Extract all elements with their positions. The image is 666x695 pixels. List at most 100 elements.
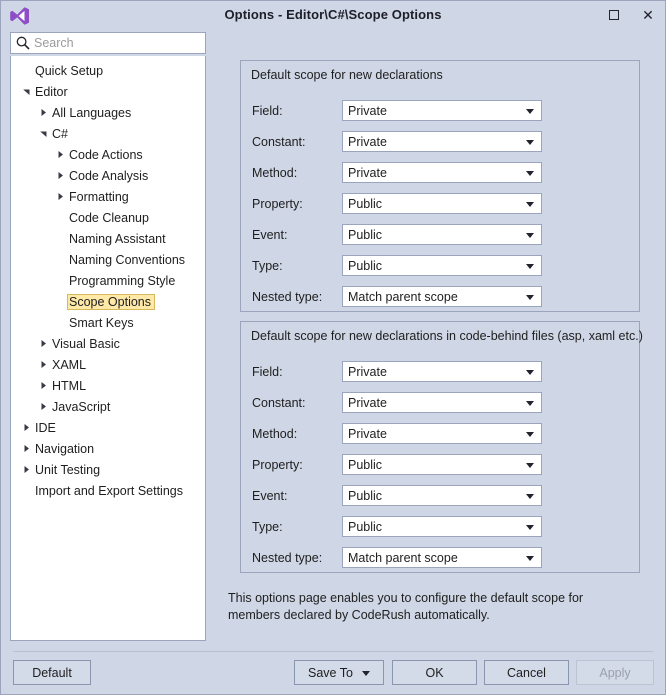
title-bar: Options - Editor\C#\Scope Options ✕ <box>1 1 665 29</box>
scope-dropdown-value: Public <box>348 258 383 273</box>
chevron-down-icon[interactable] <box>36 123 50 144</box>
scope-dropdown-value: Private <box>348 103 387 118</box>
option-row: Event: Public <box>241 480 639 511</box>
tree-item-quick-setup[interactable]: Quick Setup <box>11 60 205 81</box>
chevron-down-icon[interactable] <box>19 81 33 102</box>
maximize-button[interactable] <box>597 1 631 29</box>
chevron-right-icon[interactable] <box>36 333 50 354</box>
chevron-down-icon <box>526 294 534 300</box>
search-icon <box>15 35 31 51</box>
scope-dropdown[interactable]: Match parent scope <box>342 286 542 307</box>
tree-item-smart-keys[interactable]: Smart Keys <box>11 312 205 333</box>
tree-item-naming-assistant[interactable]: Naming Assistant <box>11 228 205 249</box>
chevron-right-icon[interactable] <box>53 144 67 165</box>
chevron-right-icon[interactable] <box>19 459 33 480</box>
tree-item-xaml[interactable]: XAML <box>11 354 205 375</box>
scope-dropdown[interactable]: Match parent scope <box>342 547 542 568</box>
scope-dropdown[interactable]: Private <box>342 361 542 382</box>
chevron-right-icon[interactable] <box>19 417 33 438</box>
tree-item-unit-testing[interactable]: Unit Testing <box>11 459 205 480</box>
scope-dropdown-value: Public <box>348 457 383 472</box>
tree-item-navigation[interactable]: Navigation <box>11 438 205 459</box>
tree-item-import-and-export-settings[interactable]: Import and Export Settings <box>11 480 205 501</box>
scope-dropdown[interactable]: Private <box>342 392 542 413</box>
search-input[interactable] <box>34 36 194 50</box>
description-text: This options page enables you to configu… <box>228 591 584 622</box>
option-label: Constant: <box>252 395 306 410</box>
option-row: Field: Private <box>241 95 639 126</box>
chevron-right-icon[interactable] <box>36 354 50 375</box>
option-row: Nested type: Match parent scope <box>241 281 639 312</box>
tree-item-c[interactable]: C# <box>11 123 205 144</box>
chevron-down-icon <box>526 108 534 114</box>
tree-item-label: XAML <box>52 357 87 372</box>
close-button[interactable]: ✕ <box>631 1 665 29</box>
tree-item-label: Quick Setup <box>35 63 104 78</box>
options-tree[interactable]: Quick Setup Editor All Languages C# Code Act… <box>10 56 206 641</box>
scope-dropdown-value: Public <box>348 196 383 211</box>
option-row: Method: Private <box>241 157 639 188</box>
save-to-button[interactable]: Save To <box>294 660 384 685</box>
tree-item-code-analysis[interactable]: Code Analysis <box>11 165 205 186</box>
tree-item-programming-style[interactable]: Programming Style <box>11 270 205 291</box>
tree-item-ide[interactable]: IDE <box>11 417 205 438</box>
scope-dropdown[interactable]: Public <box>342 485 542 506</box>
option-label: Field: <box>252 103 283 118</box>
tree-item-label: Programming Style <box>69 273 176 288</box>
scope-dropdown[interactable]: Private <box>342 131 542 152</box>
scope-dropdown[interactable]: Public <box>342 454 542 475</box>
cancel-button[interactable]: Cancel <box>484 660 569 685</box>
default-button[interactable]: Default <box>13 660 91 685</box>
tree-item-label: HTML <box>52 378 87 393</box>
option-row: Method: Private <box>241 418 639 449</box>
scope-dropdown-value: Match parent scope <box>348 550 458 565</box>
scope-dropdown[interactable]: Public <box>342 516 542 537</box>
chevron-right-icon[interactable] <box>19 438 33 459</box>
option-row: Type: Public <box>241 250 639 281</box>
tree-item-naming-conventions[interactable]: Naming Conventions <box>11 249 205 270</box>
tree-item-scope-options[interactable]: Scope Options <box>11 291 205 312</box>
scope-dropdown-value: Private <box>348 165 387 180</box>
search-box[interactable] <box>10 32 206 54</box>
option-label: Method: <box>252 165 298 180</box>
tree-item-editor[interactable]: Editor <box>11 81 205 102</box>
option-row: Event: Public <box>241 219 639 250</box>
chevron-right-icon[interactable] <box>36 396 50 417</box>
chevron-right-icon[interactable] <box>36 102 50 123</box>
option-row: Property: Public <box>241 188 639 219</box>
chevron-right-icon[interactable] <box>53 165 67 186</box>
option-label: Field: <box>252 364 283 379</box>
scope-dropdown[interactable]: Public <box>342 255 542 276</box>
option-label: Method: <box>252 426 298 441</box>
tree-item-code-actions[interactable]: Code Actions <box>11 144 205 165</box>
option-label: Constant: <box>252 134 306 149</box>
scope-dropdown[interactable]: Private <box>342 162 542 183</box>
tree-item-all-languages[interactable]: All Languages <box>11 102 205 123</box>
scope-dropdown[interactable]: Public <box>342 224 542 245</box>
tree-item-javascript[interactable]: JavaScript <box>11 396 205 417</box>
apply-button: Apply <box>576 660 654 685</box>
chevron-right-icon[interactable] <box>53 186 67 207</box>
option-row: Constant: Private <box>241 126 639 157</box>
scope-dropdown[interactable]: Public <box>342 193 542 214</box>
option-label: Nested type: <box>252 289 323 304</box>
option-label: Type: <box>252 258 283 273</box>
scope-dropdown-value: Private <box>348 395 387 410</box>
ok-button[interactable]: OK <box>392 660 477 685</box>
tree-item-code-cleanup[interactable]: Code Cleanup <box>11 207 205 228</box>
tree-item-formatting[interactable]: Formatting <box>11 186 205 207</box>
tree-item-label: Naming Conventions <box>69 252 186 267</box>
tree-item-html[interactable]: HTML <box>11 375 205 396</box>
chevron-right-icon[interactable] <box>36 375 50 396</box>
tree-item-label: Navigation <box>35 441 95 456</box>
scope-dropdown[interactable]: Private <box>342 423 542 444</box>
tree-item-label: Smart Keys <box>69 315 134 330</box>
chevron-down-icon <box>526 462 534 468</box>
scope-dropdown[interactable]: Private <box>342 100 542 121</box>
tree-item-label: JavaScript <box>52 399 111 414</box>
tree-item-visual-basic[interactable]: Visual Basic <box>11 333 205 354</box>
